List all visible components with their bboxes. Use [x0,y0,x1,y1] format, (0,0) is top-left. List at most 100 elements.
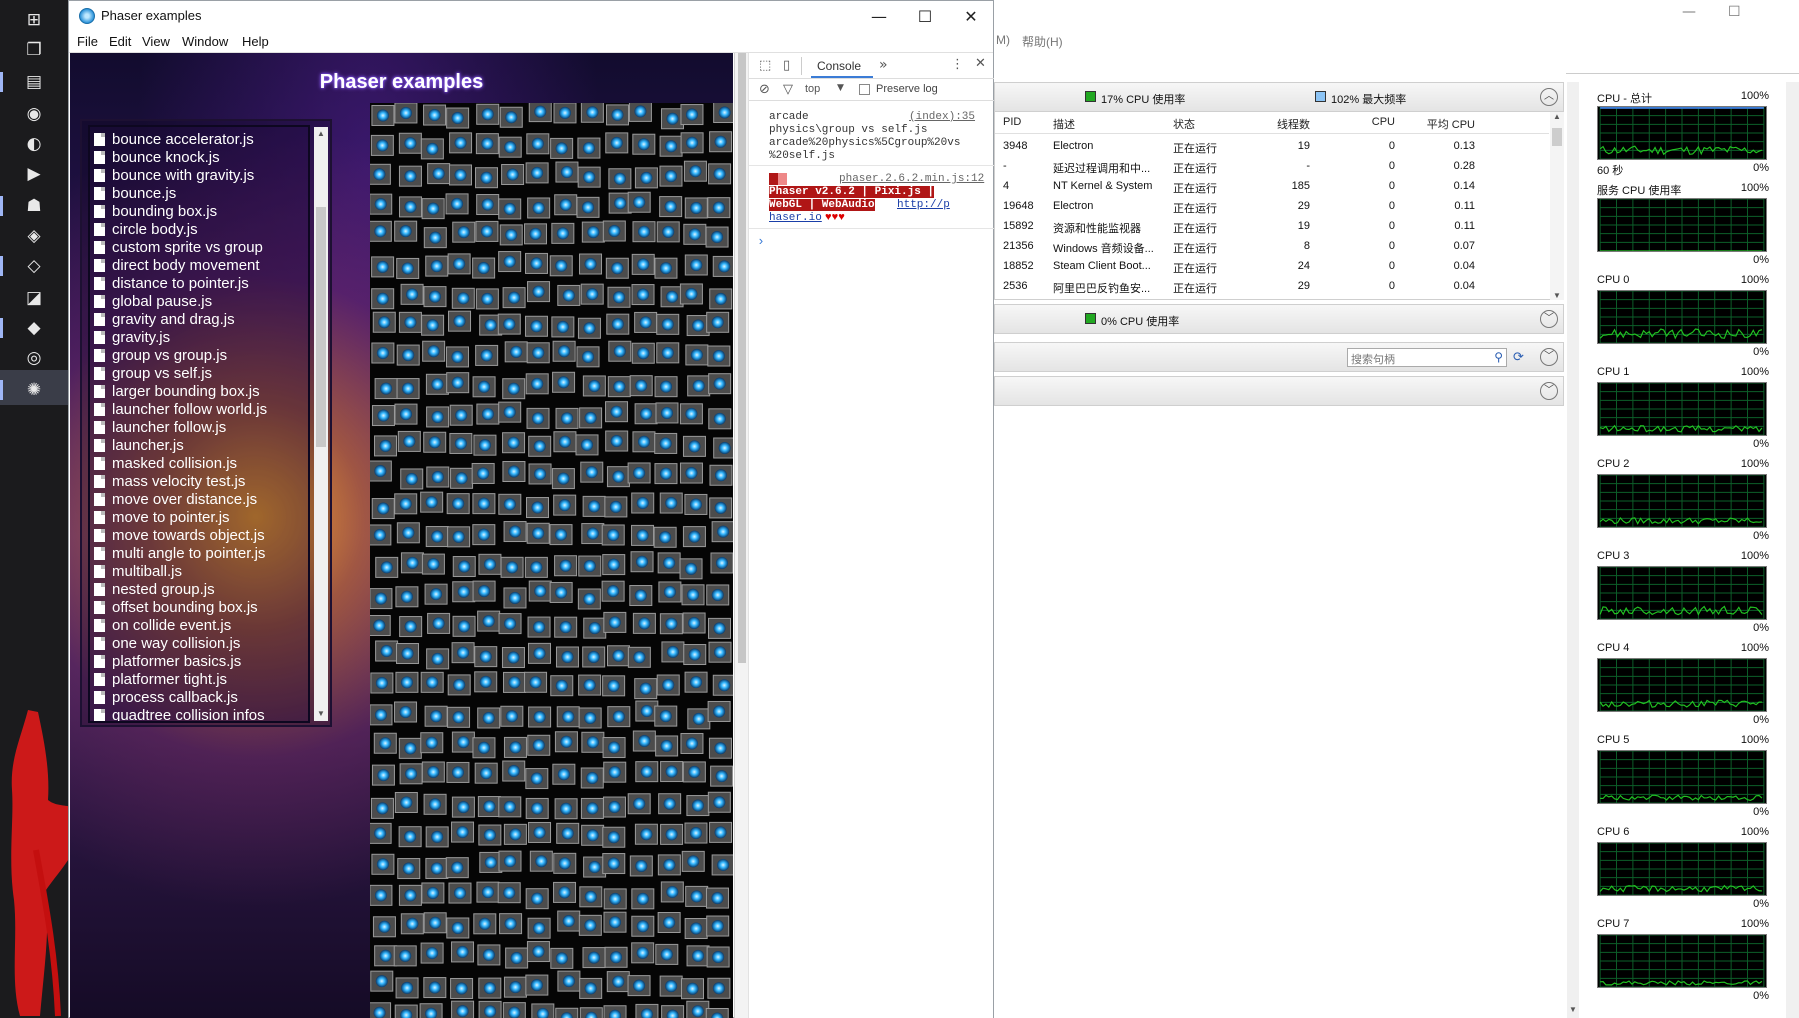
expand-chevron-down-icon[interactable]: ﹀ [1540,382,1558,400]
file-list-item[interactable]: global pause.js [94,293,212,311]
table-row[interactable]: 2536 阿里巴巴反钓鱼安... 正在运行 29 0 0.04 [995,278,1549,296]
console-prompt-icon[interactable]: › [757,234,765,249]
file-list-item[interactable]: launcher follow.js [94,419,226,437]
scroll-up-arrow-icon[interactable]: ▲ [1550,112,1564,121]
graphs-scrollbar[interactable] [1786,82,1799,1018]
vscode-icon[interactable]: ◇ [22,254,46,278]
file-list-item[interactable]: process callback.js [94,689,238,707]
rm-minimize-button[interactable]: — [1682,4,1696,20]
search-icon[interactable]: ⚲ [1494,350,1503,364]
scroll-up-arrow-icon[interactable]: ▲ [314,127,328,141]
handles-header[interactable]: 搜索句柄 ⚲ ⟳ ﹀ [994,342,1564,372]
scroll-down-arrow-icon[interactable]: ▼ [1567,1005,1579,1014]
app-icon-3[interactable]: ◆ [22,316,46,340]
file-list-item[interactable]: launcher.js [94,437,184,455]
menu-help[interactable]: Help [242,34,269,49]
services-header[interactable]: 0% CPU 使用率 ﹀ [994,304,1564,334]
modules-header[interactable]: ﹀ [994,376,1564,406]
table-row[interactable]: - 延迟过程调用和中... 正在运行 - 0 0.28 [995,158,1549,176]
file-list-item[interactable]: bounce.js [94,185,176,203]
tab-console[interactable]: Console [817,59,861,73]
file-list-item[interactable]: larger bounding box.js [94,383,260,401]
expand-chevron-down-icon[interactable]: ﹀ [1540,310,1558,328]
file-list-item[interactable]: move over distance.js [94,491,257,509]
file-list-item[interactable]: platformer basics.js [94,653,241,671]
processes-header[interactable]: 17% CPU 使用率 102% 最大频率 ︿ [994,82,1564,112]
device-toolbar-icon[interactable]: ▯ [783,58,790,73]
col-status[interactable]: 状态 [1173,116,1195,132]
devtools-scrollbar[interactable] [735,53,749,1018]
file-explorer-icon[interactable]: ▤ [22,70,46,94]
file-list-item[interactable]: group vs group.js [94,347,227,365]
file-list-item[interactable]: mass velocity test.js [94,473,245,491]
phaser-link[interactable]: http://p [897,199,950,211]
context-selector[interactable]: top [805,83,820,95]
table-scrollbar[interactable]: ▲ ▼ [1550,112,1564,300]
menu-window[interactable]: Window [182,34,228,49]
more-tabs-icon[interactable]: » [879,57,888,73]
filter-icon[interactable]: ▽ [783,82,793,97]
menu-file[interactable]: File [77,34,98,49]
steam-icon[interactable]: ◈ [22,224,46,248]
file-list-item[interactable]: bounce with gravity.js [94,167,254,185]
table-row[interactable]: 18852 Steam Client Boot... 正在运行 24 0 0.04 [995,258,1549,276]
table-row[interactable]: 4 NT Kernel & System 正在运行 185 0 0.14 [995,178,1549,196]
scroll-thumb[interactable] [316,207,326,447]
file-list-item[interactable]: circle body.js [94,221,198,239]
file-list-item[interactable]: offset bounding box.js [94,599,258,617]
menu-partial[interactable]: M) [996,33,1010,47]
app-icon[interactable]: ☗ [22,194,46,218]
file-list-item[interactable]: bounce accelerator.js [94,131,254,149]
inspect-element-icon[interactable]: ⬚ [759,58,771,73]
file-list-item[interactable]: multi angle to pointer.js [94,545,265,563]
search-handles-input[interactable]: 搜索句柄 ⚲ [1347,348,1507,367]
file-list-item[interactable]: gravity and drag.js [94,311,235,329]
col-cpu[interactable]: CPU [1335,116,1395,128]
file-list-item[interactable]: gravity.js [94,329,170,347]
file-list-item[interactable]: distance to pointer.js [94,275,249,293]
file-list-item[interactable]: quadtree collision infos [94,707,265,721]
minimize-button[interactable]: — [856,1,902,31]
file-list-item[interactable]: one way collision.js [94,635,240,653]
file-list-item[interactable]: nested group.js [94,581,215,599]
rm-maximize-button[interactable]: ☐ [1728,4,1741,20]
game-canvas[interactable]: Phaser examples bounce accelerator.js bou… [70,53,733,1018]
phaser-link[interactable]: haser.io [769,212,822,224]
close-devtools-icon[interactable]: ✕ [975,56,986,71]
app-icon-4[interactable]: ◎ [22,346,46,370]
file-list-item[interactable]: direct body movement [94,257,260,275]
context-dropdown-icon[interactable]: ▼ [837,83,844,93]
file-list-item[interactable]: on collide event.js [94,617,231,635]
file-list-scrollbar[interactable]: ▲ ▼ [314,127,328,721]
file-list-item[interactable]: move to pointer.js [94,509,230,527]
windows-start-icon[interactable]: ⊞ [22,8,46,32]
file-list-item[interactable]: bounce knock.js [94,149,220,167]
clear-console-icon[interactable]: ⊘ [759,82,770,97]
file-list-item[interactable]: platformer tight.js [94,671,227,689]
col-avg-cpu[interactable]: 平均 CPU [1415,116,1475,132]
file-list-item[interactable]: launcher follow world.js [94,401,267,419]
rm-pane-scrollbar[interactable]: ▼ [1567,82,1579,1018]
file-list-item[interactable]: custom sprite vs group [94,239,263,257]
scroll-down-arrow-icon[interactable]: ▼ [1550,291,1564,300]
log-source-link[interactable]: phaser.2.6.2.min.js:12 [839,173,984,185]
expand-chevron-down-icon[interactable]: ﹀ [1540,348,1558,366]
visual-studio-icon[interactable]: ▶ [22,162,46,186]
table-row[interactable]: 19648 Electron 正在运行 29 0 0.11 [995,198,1549,216]
maximize-button[interactable]: ☐ [902,1,948,31]
kebab-menu-icon[interactable]: ⋮ [951,57,964,72]
task-view-icon[interactable]: ❐ [22,38,46,62]
log-source-link[interactable]: (index):35 [909,111,975,123]
devtools-scroll-thumb[interactable] [738,53,746,663]
preserve-log-checkbox[interactable] [859,84,870,95]
file-list-item[interactable]: multiball.js [94,563,182,581]
electron-icon[interactable]: ✺ [22,378,46,402]
scroll-down-arrow-icon[interactable]: ▼ [314,707,328,721]
scroll-thumb[interactable] [1552,128,1562,146]
file-list-item[interactable]: bounding box.js [94,203,217,221]
collapse-chevron-up-icon[interactable]: ︿ [1540,88,1558,106]
col-threads[interactable]: 线程数 [1250,116,1310,132]
menu-view[interactable]: View [142,34,170,49]
chrome-icon[interactable]: ◉ [22,102,46,126]
table-row[interactable]: 21356 Windows 音频设备... 正在运行 8 0 0.07 [995,238,1549,256]
